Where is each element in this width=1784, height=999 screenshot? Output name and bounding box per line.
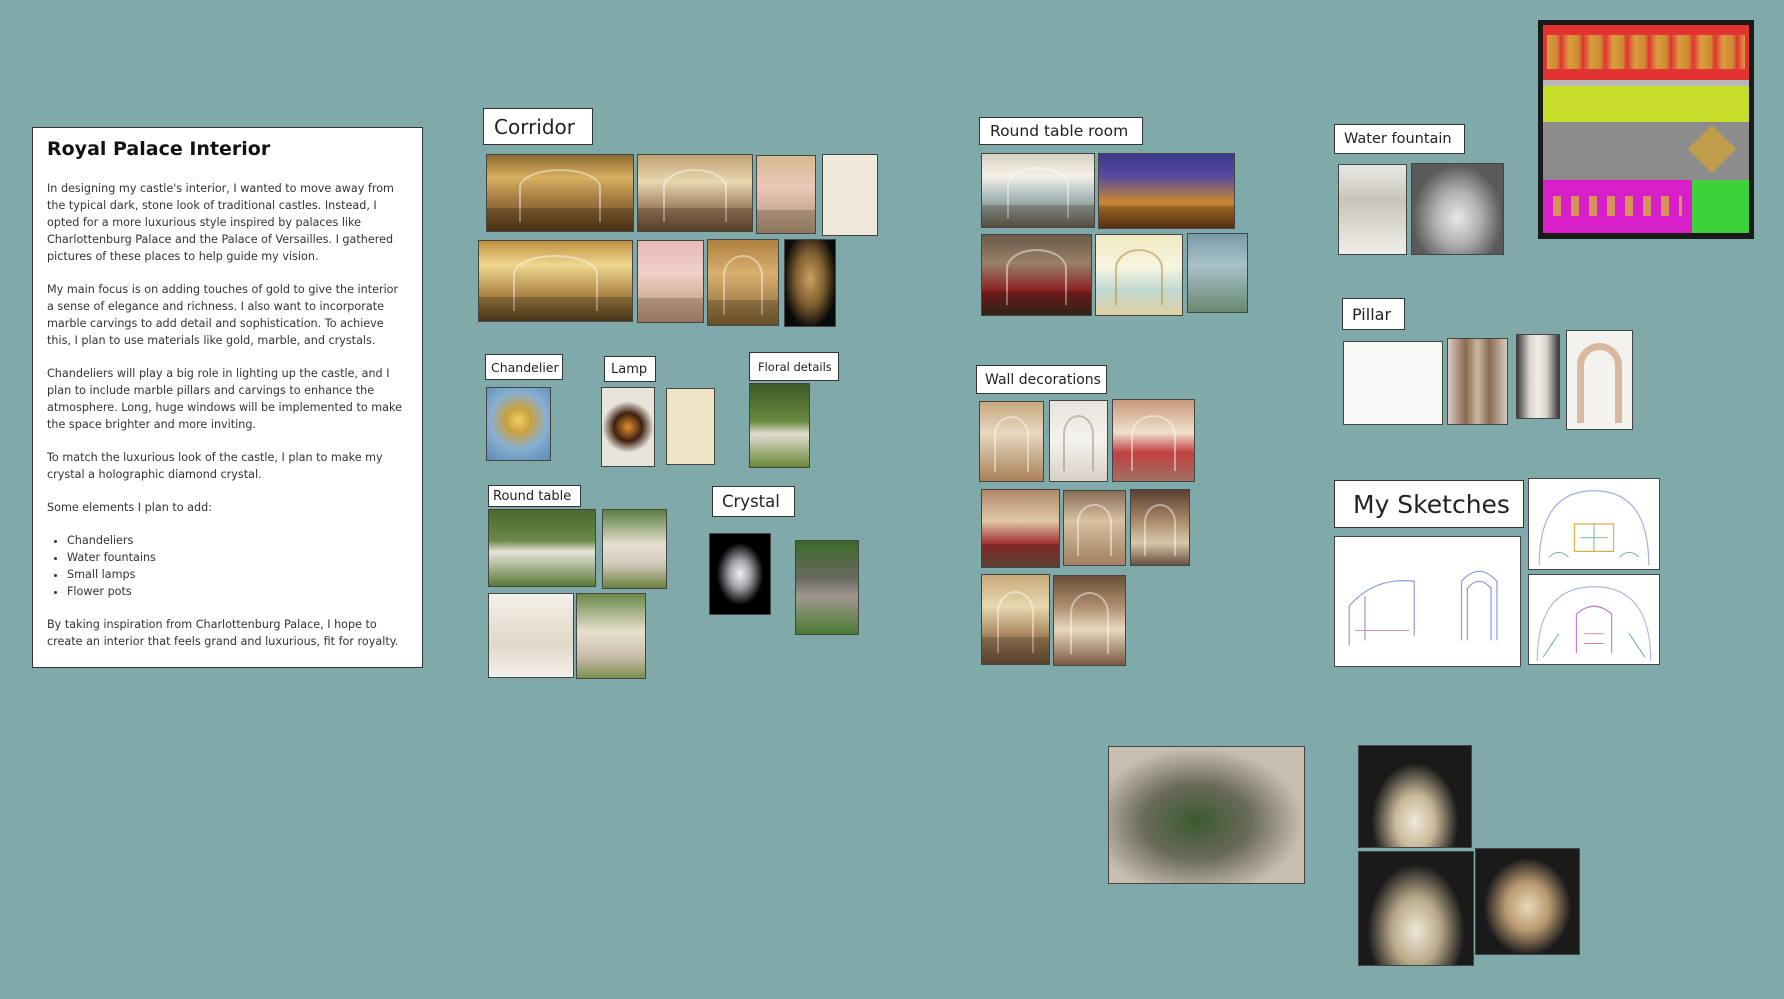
moodboard-canvas[interactable]: Royal Palace Interior In designing my ca… <box>0 0 1784 999</box>
label-floral-details[interactable]: Floral details <box>749 352 839 381</box>
label-lamp[interactable]: Lamp <box>604 356 656 382</box>
note-title: Royal Palace Interior <box>47 138 271 160</box>
round-table-room-image[interactable] <box>981 153 1095 228</box>
corridor-image[interactable] <box>637 240 704 323</box>
corridor-image[interactable] <box>784 239 836 327</box>
staircase-image[interactable] <box>1358 745 1472 848</box>
water-fountain-image[interactable] <box>1411 163 1504 255</box>
label-crystal[interactable]: Crystal <box>712 486 795 517</box>
note-paragraph: In designing my castle's interior, I wan… <box>47 182 394 263</box>
label-round-table[interactable]: Round table <box>488 485 581 507</box>
corridor-image[interactable] <box>756 155 816 234</box>
corridor-image[interactable] <box>637 154 753 232</box>
note-paragraph: Chandeliers will play a big role in ligh… <box>47 367 402 431</box>
floral-details-image[interactable] <box>749 383 810 468</box>
sketch-drawing <box>1538 490 1650 566</box>
swatch-red-band <box>1543 25 1749 80</box>
swatch-green-band <box>1692 180 1749 233</box>
sketch-drawing <box>1536 586 1652 662</box>
texture-swatch-image[interactable] <box>1538 20 1754 239</box>
lamp-sketch-image[interactable] <box>666 388 715 465</box>
label-wall-decorations[interactable]: Wall decorations <box>976 365 1107 394</box>
pillar-sketch-image[interactable] <box>1343 341 1443 425</box>
crystal-image[interactable] <box>709 533 771 615</box>
round-table-room-image[interactable] <box>1095 234 1183 316</box>
label-corridor[interactable]: Corridor <box>483 108 593 145</box>
corridor-image[interactable] <box>486 154 634 232</box>
round-table-room-image[interactable] <box>1187 233 1248 313</box>
corridor-sketch-image[interactable] <box>822 154 878 236</box>
sketch-image[interactable] <box>1528 574 1660 665</box>
bench-image[interactable] <box>488 593 574 678</box>
staircase-image[interactable] <box>1475 848 1580 955</box>
sketch-image[interactable] <box>1528 478 1660 570</box>
sketch-drawing <box>1348 570 1498 646</box>
label-pillar[interactable]: Pillar <box>1342 298 1405 330</box>
corridor-image[interactable] <box>707 239 779 326</box>
label-chandelier[interactable]: Chandelier <box>485 354 563 380</box>
round-table-image[interactable] <box>488 509 596 587</box>
wall-decoration-image[interactable] <box>1053 575 1126 666</box>
wall-decoration-image[interactable] <box>1112 399 1195 482</box>
throne-room-concept-image[interactable] <box>1108 746 1305 884</box>
round-table-room-image[interactable] <box>981 234 1092 316</box>
chandelier-image[interactable] <box>486 387 551 461</box>
wall-decoration-image[interactable] <box>981 489 1060 568</box>
swatch-lime-band <box>1543 86 1749 122</box>
pillar-image[interactable] <box>1447 338 1508 425</box>
note-paragraph: Some elements I plan to add: <box>47 501 212 514</box>
note-paragraph: My main focus is on adding touches of go… <box>47 283 399 347</box>
pillar-arch-image[interactable] <box>1566 330 1633 430</box>
staircase-image[interactable] <box>1358 851 1474 966</box>
note-bullet-list: Chandeliers Water fountains Small lamps … <box>47 532 408 600</box>
swatch-magenta-band <box>1543 180 1692 233</box>
label-round-table-room[interactable]: Round table room <box>979 117 1143 145</box>
wall-decoration-image[interactable] <box>1049 400 1108 482</box>
label-my-sketches[interactable]: My Sketches <box>1334 480 1524 528</box>
crystal-pedestal-image[interactable] <box>795 540 859 635</box>
bench-image[interactable] <box>576 593 646 679</box>
round-table-image[interactable] <box>602 509 667 589</box>
corridor-image[interactable] <box>478 240 633 322</box>
note-closing: By taking inspiration from Charlottenbur… <box>47 618 399 648</box>
wall-decoration-image[interactable] <box>979 401 1044 482</box>
water-fountain-image[interactable] <box>1338 164 1407 255</box>
sketch-image[interactable] <box>1334 536 1521 667</box>
wall-decoration-image[interactable] <box>1063 490 1126 566</box>
pillar-image[interactable] <box>1516 334 1560 419</box>
note-bullet: Small lamps <box>67 566 408 583</box>
note-paragraph: To match the luxurious look of the castl… <box>47 451 383 481</box>
label-water-fountain[interactable]: Water fountain <box>1334 124 1465 154</box>
note-bullet: Flower pots <box>67 583 408 600</box>
text-note-card[interactable]: Royal Palace Interior In designing my ca… <box>32 127 423 668</box>
wall-decoration-image[interactable] <box>1130 489 1190 566</box>
wall-decoration-image[interactable] <box>981 574 1050 665</box>
note-bullet: Chandeliers <box>67 532 408 549</box>
round-table-room-image[interactable] <box>1098 153 1235 229</box>
note-bullet: Water fountains <box>67 549 408 566</box>
lamp-image[interactable] <box>601 387 655 467</box>
swatch-stone-band <box>1543 122 1749 180</box>
